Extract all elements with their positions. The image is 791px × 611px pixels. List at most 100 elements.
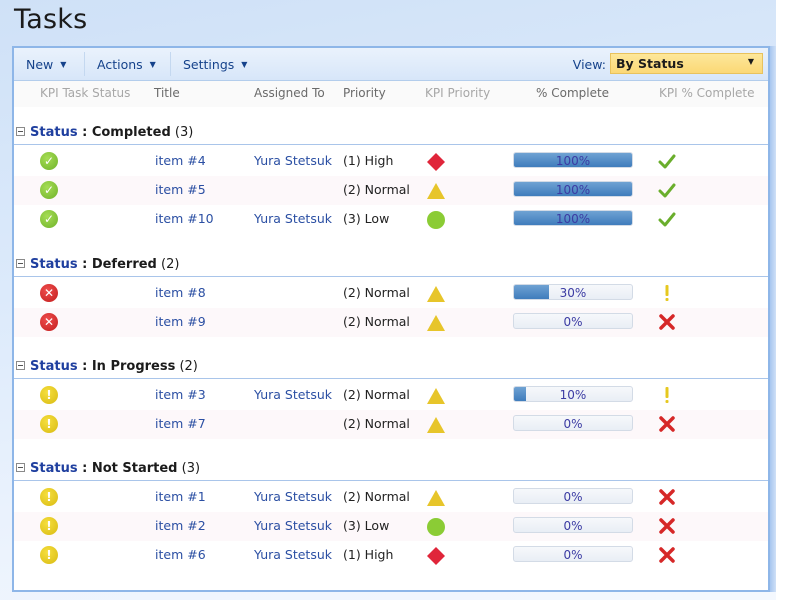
new-label: New xyxy=(26,57,54,72)
item-title-link[interactable]: item #3 xyxy=(155,387,206,402)
group-value: Deferred xyxy=(91,257,157,272)
priority-value: (2) Normal xyxy=(343,416,410,431)
panel-right-edge xyxy=(770,46,776,592)
item-title-link[interactable]: item #5 xyxy=(155,182,206,197)
dropdown-arrow-icon: ▼ xyxy=(149,60,156,69)
group-label[interactable]: Status : In Progress (2) xyxy=(30,359,198,374)
dropdown-arrow-icon: ▼ xyxy=(241,60,248,69)
item-title-link[interactable]: item #1 xyxy=(155,489,206,504)
percent-complete-label: 100% xyxy=(555,212,591,226)
priority-value: (2) Normal xyxy=(343,285,410,300)
view-label: View: xyxy=(572,57,606,72)
percent-complete-bar: 0% xyxy=(513,517,633,533)
view-selector[interactable]: By Status ▼ xyxy=(610,53,763,74)
percent-complete-bar: 10% xyxy=(513,386,633,402)
group-count: (2) xyxy=(179,359,198,374)
yellow-triangle-icon xyxy=(426,284,446,304)
column-header-kpi-priority[interactable]: KPI Priority xyxy=(425,86,490,100)
assigned-to-link[interactable]: Yura Stetsuk xyxy=(254,547,332,562)
percent-complete-bar: 0% xyxy=(513,546,633,562)
group-value: Not Started xyxy=(91,461,178,476)
priority-value: (2) Normal xyxy=(343,489,410,504)
red-x-icon xyxy=(658,517,676,535)
assigned-to-link[interactable]: Yura Stetsuk xyxy=(254,211,332,226)
group-field: Status xyxy=(30,257,78,272)
assigned-to-link[interactable]: Yura Stetsuk xyxy=(254,518,332,533)
priority-value: (2) Normal xyxy=(343,314,410,329)
table-row: ✓ item #10 Yura Stetsuk (3) Low 100% xyxy=(14,205,768,234)
toolbar-separator xyxy=(170,52,171,76)
warning-circle-icon: ! xyxy=(40,386,58,404)
collapse-toggle-icon[interactable] xyxy=(16,463,25,472)
task-list-panel: New ▼ Actions ▼ Settings ▼ View: By Status … xyxy=(12,46,770,592)
item-title-link[interactable]: item #10 xyxy=(155,211,214,226)
page-title: Tasks xyxy=(14,4,88,35)
item-title-link[interactable]: item #9 xyxy=(155,314,206,329)
column-header-priority[interactable]: Priority xyxy=(343,86,386,100)
table-row: ! item #2 Yura Stetsuk (3) Low 0% xyxy=(14,512,768,541)
table-row: ✓ item #4 Yura Stetsuk (1) High 100% xyxy=(14,147,768,176)
column-header-kpi-task-status[interactable]: KPI Task Status xyxy=(40,86,130,100)
new-menu-button[interactable]: New ▼ xyxy=(26,57,66,72)
table-row: ✕ item #9 (2) Normal 0% xyxy=(14,308,768,337)
percent-complete-label: 100% xyxy=(555,154,591,168)
checkmark-icon xyxy=(658,181,676,199)
actions-menu-button[interactable]: Actions ▼ xyxy=(97,57,156,72)
column-header-assigned-to[interactable]: Assigned To xyxy=(254,86,325,100)
table-row: ! item #7 (2) Normal 0% xyxy=(14,410,768,439)
table-row: ✕ item #8 (2) Normal 30% xyxy=(14,279,768,308)
item-title-link[interactable]: item #8 xyxy=(155,285,206,300)
percent-complete-label: 30% xyxy=(559,286,587,300)
red-x-icon xyxy=(658,546,676,564)
item-title-link[interactable]: item #2 xyxy=(155,518,206,533)
percent-complete-bar: 30% xyxy=(513,284,633,300)
view-selected-value: By Status xyxy=(616,56,684,71)
percent-complete-label: 0% xyxy=(563,315,583,329)
column-header-title[interactable]: Title xyxy=(154,86,180,100)
actions-label: Actions xyxy=(97,57,143,72)
table-row: ✓ item #5 (2) Normal 100% xyxy=(14,176,768,205)
group-count: (2) xyxy=(161,257,180,272)
group-count: (3) xyxy=(174,125,194,140)
item-title-link[interactable]: item #4 xyxy=(155,153,206,168)
warning-circle-icon: ! xyxy=(40,546,58,564)
group-label[interactable]: Status : Completed (3) xyxy=(30,125,193,140)
collapse-toggle-icon[interactable] xyxy=(16,259,25,268)
group-label[interactable]: Status : Deferred (2) xyxy=(30,257,179,272)
group-separator: : xyxy=(77,125,92,140)
assigned-to-link[interactable]: Yura Stetsuk xyxy=(254,489,332,504)
percent-complete-bar: 100% xyxy=(513,210,633,226)
exclamation-icon xyxy=(658,386,676,404)
warning-circle-icon: ! xyxy=(40,488,58,506)
check-circle-icon: ✓ xyxy=(40,210,58,228)
column-header-kpi-percent-complete[interactable]: KPI % Complete xyxy=(659,86,755,100)
assigned-to-link[interactable]: Yura Stetsuk xyxy=(254,153,332,168)
red-x-icon xyxy=(658,415,676,433)
priority-value: (3) Low xyxy=(343,518,390,533)
group-header: Status : Completed (3) xyxy=(14,122,768,145)
collapse-toggle-icon[interactable] xyxy=(16,361,25,370)
percent-complete-label: 10% xyxy=(559,388,587,402)
priority-value: (1) High xyxy=(343,153,394,168)
checkmark-icon xyxy=(658,210,676,228)
percent-complete-bar: 100% xyxy=(513,152,633,168)
item-title-link[interactable]: item #7 xyxy=(155,416,206,431)
dropdown-arrow-icon: ▼ xyxy=(60,60,67,69)
percent-complete-bar: 0% xyxy=(513,415,633,431)
percent-complete-bar: 100% xyxy=(513,181,633,197)
page-background: Tasks New ▼ Actions ▼ Settings ▼ View: By S… xyxy=(0,0,776,600)
table-row: ! item #3 Yura Stetsuk (2) Normal 10% xyxy=(14,381,768,410)
column-header-percent-complete[interactable]: % Complete xyxy=(536,86,609,100)
yellow-triangle-icon xyxy=(426,313,446,333)
settings-menu-button[interactable]: Settings ▼ xyxy=(183,57,247,72)
yellow-triangle-icon xyxy=(426,181,446,201)
assigned-to-link[interactable]: Yura Stetsuk xyxy=(254,387,332,402)
percent-complete-bar: 0% xyxy=(513,313,633,329)
yellow-triangle-icon xyxy=(426,488,446,508)
priority-value: (1) High xyxy=(343,547,394,562)
collapse-toggle-icon[interactable] xyxy=(16,127,25,136)
item-title-link[interactable]: item #6 xyxy=(155,547,206,562)
group-label[interactable]: Status : Not Started (3) xyxy=(30,461,200,476)
error-circle-icon: ✕ xyxy=(40,284,58,302)
check-circle-icon: ✓ xyxy=(40,181,58,199)
